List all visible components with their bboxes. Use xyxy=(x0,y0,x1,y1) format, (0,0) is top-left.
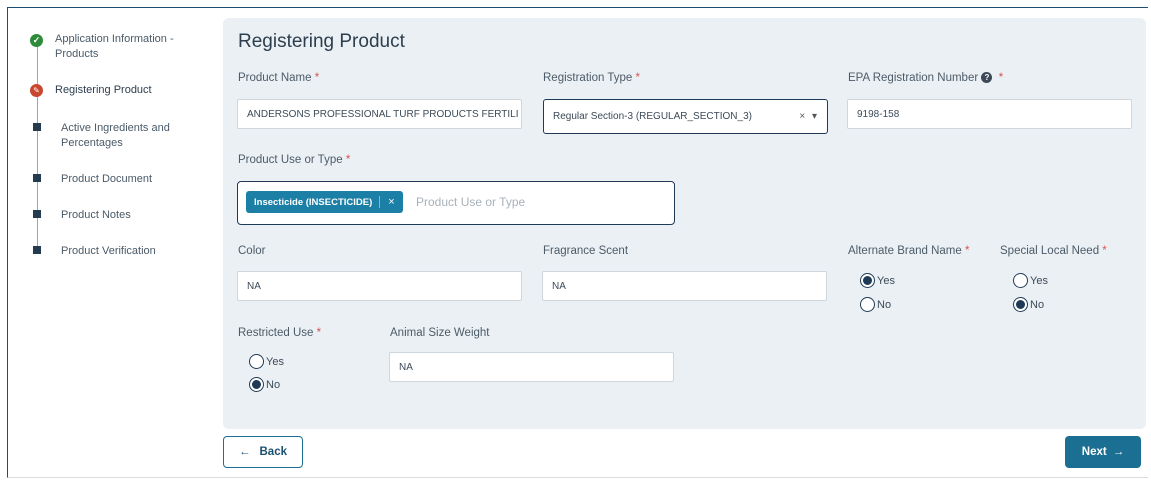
color-input[interactable]: NA xyxy=(237,271,522,301)
product-use-placeholder[interactable]: Product Use or Type xyxy=(416,195,525,209)
step-label: Product Notes xyxy=(61,209,131,221)
next-button[interactable]: Next → xyxy=(1065,436,1141,468)
step-label: Active Ingredients and Percentages xyxy=(61,122,170,149)
fragrance-input[interactable]: NA xyxy=(542,271,827,301)
clear-icon[interactable]: × xyxy=(799,111,805,122)
pencil-icon: ✎ xyxy=(30,84,43,97)
arrow-right-icon: → xyxy=(1112,446,1125,458)
stepper-connector xyxy=(37,46,38,252)
fragrance-label: Fragrance Scent xyxy=(543,245,629,257)
epa-number-input[interactable]: 9198-158 xyxy=(847,99,1132,129)
step-label: Registering Product xyxy=(55,84,152,96)
step-pending-icon xyxy=(33,174,41,182)
special-local-need-yes-radio[interactable]: Yes xyxy=(1013,273,1048,288)
progress-stepper: ✓ Application Information - Products ✎ R… xyxy=(0,0,215,300)
arrow-left-icon: ← xyxy=(239,446,251,458)
chevron-down-icon[interactable]: ▾ xyxy=(812,111,817,122)
registration-type-select[interactable]: Regular Section-3 (REGULAR_SECTION_3) × … xyxy=(543,99,828,134)
radio-unselected-icon xyxy=(860,297,875,312)
page-title: Registering Product xyxy=(238,31,405,52)
product-use-multiselect[interactable]: Insecticide (INSECTICIDE) × Product Use … xyxy=(237,181,675,225)
radio-selected-icon xyxy=(1013,297,1028,312)
color-label: Color xyxy=(238,245,266,257)
restricted-use-label: Restricted Use * xyxy=(238,327,322,339)
next-button-label: Next xyxy=(1081,446,1107,458)
alternate-brand-no-radio[interactable]: No xyxy=(860,297,891,312)
product-name-label: Product Name * xyxy=(238,72,320,84)
check-icon: ✓ xyxy=(30,34,43,47)
step-label: Product Verification xyxy=(61,245,156,257)
restricted-use-yes-radio[interactable]: Yes xyxy=(249,354,284,369)
chip-label: Insecticide (INSECTICIDE) xyxy=(254,196,373,208)
registration-type-label: Registration Type * xyxy=(543,72,640,84)
radio-selected-icon xyxy=(860,273,875,288)
product-name-input[interactable]: ANDERSONS PROFESSIONAL TURF PRODUCTS FER… xyxy=(237,99,522,129)
restricted-use-no-radio[interactable]: No xyxy=(249,377,280,392)
registration-type-value: Regular Section-3 (REGULAR_SECTION_3) xyxy=(553,111,752,122)
animal-size-weight-input[interactable]: NA xyxy=(389,352,674,382)
step-label: Application Information - Products xyxy=(55,33,174,60)
back-button[interactable]: ← Back xyxy=(223,436,303,468)
animal-size-weight-label: Animal Size Weight xyxy=(390,327,490,339)
radio-selected-icon xyxy=(249,377,264,392)
epa-number-label: EPA Registration Number ? * xyxy=(848,72,1004,84)
radio-unselected-icon xyxy=(1013,273,1028,288)
special-local-need-label: Special Local Need * xyxy=(1000,245,1107,257)
step-pending-icon xyxy=(33,246,41,254)
back-button-label: Back xyxy=(259,446,288,458)
remove-chip-icon[interactable]: × xyxy=(379,196,402,208)
radio-unselected-icon xyxy=(249,354,264,369)
special-local-need-no-radio[interactable]: No xyxy=(1013,297,1044,312)
alternate-brand-yes-radio[interactable]: Yes xyxy=(860,273,895,288)
step-pending-icon xyxy=(33,210,41,218)
product-use-label: Product Use or Type * xyxy=(238,154,351,166)
product-use-chip: Insecticide (INSECTICIDE) × xyxy=(246,191,403,213)
alternate-brand-label: Alternate Brand Name * xyxy=(848,245,970,257)
step-label: Product Document xyxy=(61,173,153,185)
help-icon[interactable]: ? xyxy=(981,72,993,84)
step-pending-icon xyxy=(33,123,41,131)
